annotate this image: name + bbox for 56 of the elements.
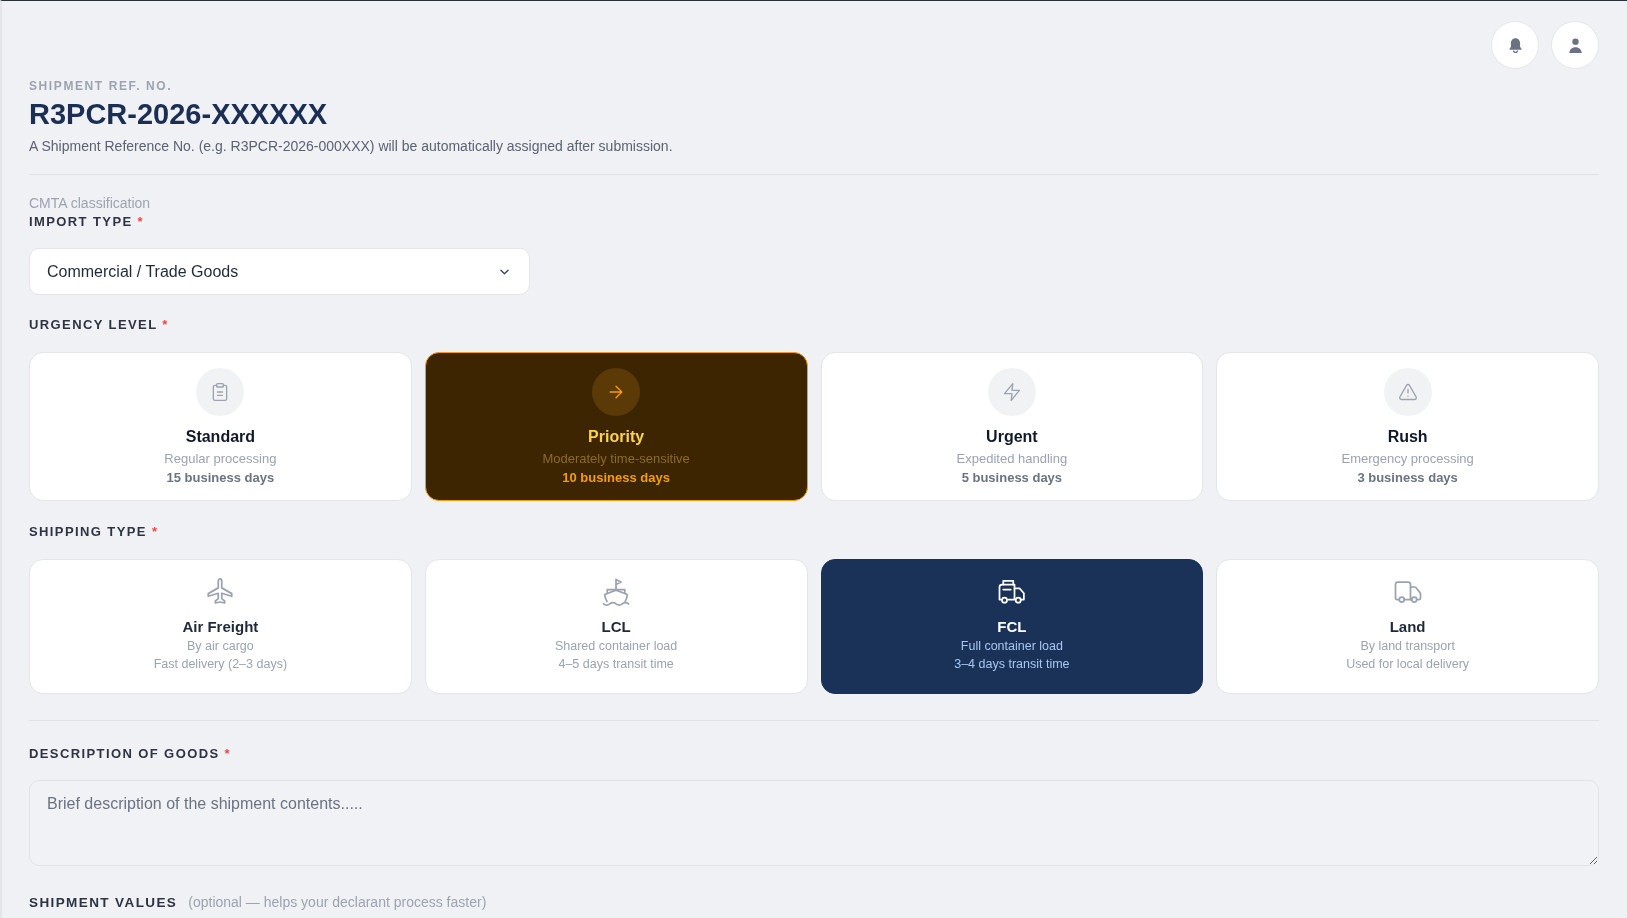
account-button[interactable] <box>1551 21 1599 69</box>
ship-icon <box>601 577 632 607</box>
option-title: LCL <box>601 617 631 637</box>
option-title: Priority <box>588 427 645 447</box>
reference-number: R3PCR-2026-XXXXXX <box>29 97 328 131</box>
option-description: Shared container load <box>554 638 678 655</box>
option-duration: 3 business days <box>1357 469 1458 487</box>
urgency-option[interactable]: Rush Emergency processing 3 business days <box>1216 352 1599 501</box>
shipping-option[interactable]: Air Freight By air cargo Fast delivery (2–3 days) <box>29 559 412 694</box>
option-title: FCL <box>997 617 1027 637</box>
airplane-icon <box>205 577 236 607</box>
option-description: Moderately time-sensitive <box>542 450 690 468</box>
option-detail: Used for local delivery <box>1346 656 1470 673</box>
option-title: Land <box>1389 617 1426 637</box>
option-description: Full container load <box>960 638 1063 655</box>
chevron-down-icon <box>500 268 509 275</box>
option-duration: 15 business days <box>166 469 275 487</box>
field-label: IMPORT TYPE * <box>29 213 144 231</box>
user-icon <box>1566 36 1584 54</box>
bell-icon <box>1506 36 1524 54</box>
option-duration: 10 business days <box>562 469 670 487</box>
option-duration: 5 business days <box>961 469 1063 487</box>
field-label: URGENCY LEVEL * <box>29 316 169 334</box>
warning-icon <box>1383 368 1432 416</box>
option-detail: 3–4 days transit time <box>954 656 1070 673</box>
field-label: DESCRIPTION OF GOODS * <box>29 745 231 763</box>
field-caption: CMTA classification <box>29 194 151 213</box>
option-detail: 4–5 days transit time <box>558 656 674 673</box>
urgency-option[interactable]: Urgent Expedited handling 5 business days <box>820 352 1204 501</box>
option-title: Standard <box>185 427 256 447</box>
option-title: Rush <box>1387 427 1428 447</box>
option-description: By land transport <box>1360 638 1455 655</box>
section-label: SHIPMENT REF. NO. <box>29 78 173 94</box>
reference-note: A Shipment Reference No. (e.g. R3PCR-2026-000XXX) will be automatically assigned after submission. <box>29 137 673 156</box>
clipboard-icon <box>196 368 245 416</box>
option-title: Urgent <box>986 427 1038 447</box>
shipping-option[interactable]: LCL Shared container load 4–5 days transit time <box>424 559 808 694</box>
description-field[interactable]: Brief description of the shipment contents..... <box>29 780 1599 866</box>
field-label: SHIPPING TYPE * <box>29 523 159 541</box>
lightning-icon <box>987 368 1036 416</box>
container-truck-icon <box>996 577 1027 607</box>
option-description: Emergency processing <box>1341 450 1474 468</box>
arrow-right-icon <box>592 368 641 416</box>
notifications-button[interactable] <box>1491 21 1539 69</box>
hint-text: (optional — helps your declarant process faster) <box>188 893 487 911</box>
option-description: Expedited handling <box>956 450 1068 468</box>
option-description: Regular processing <box>164 450 277 468</box>
shipping-option[interactable]: FCL Full container load 3–4 days transit time <box>820 559 1204 694</box>
section-label: SHIPMENT VALUES <box>29 894 178 912</box>
urgency-option[interactable]: Priority Moderately time-sensitive 10 business days <box>424 352 808 501</box>
option-description: By air cargo <box>187 638 254 655</box>
import-type-select[interactable]: Commercial / Trade Goods <box>29 248 530 295</box>
shipping-option[interactable]: Land By land transport Used for local delivery <box>1216 559 1599 694</box>
urgency-option[interactable]: Standard Regular processing 15 business days <box>29 352 412 501</box>
option-title: Air Freight <box>182 617 259 637</box>
option-detail: Fast delivery (2–3 days) <box>153 656 288 673</box>
